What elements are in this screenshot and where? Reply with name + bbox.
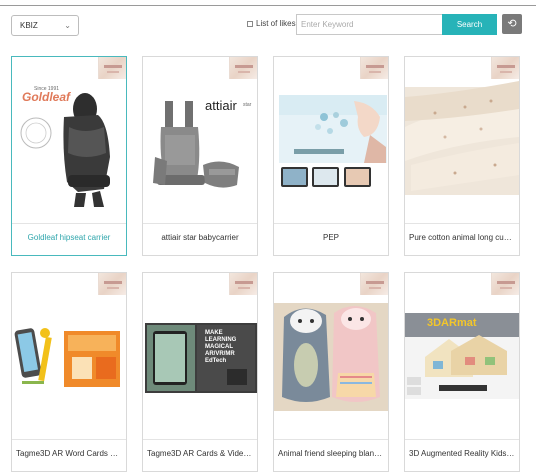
seller-badge bbox=[360, 57, 388, 79]
product-image[interactable]: 3DARmat bbox=[405, 273, 519, 439]
product-photo bbox=[279, 95, 387, 187]
top-divider bbox=[0, 5, 536, 6]
product-image[interactable]: Since 1991 Goldleaf bbox=[12, 57, 126, 223]
product-photo bbox=[14, 328, 120, 387]
product-card-attiair[interactable]: attiair star attiair star babycarrier bbox=[142, 56, 258, 256]
product-card-goldleaf[interactable]: Since 1991 Goldleaf Goldleaf hipseat car… bbox=[11, 56, 127, 256]
search-button[interactable]: Search bbox=[442, 14, 497, 35]
likes-filter[interactable]: List of likes bbox=[247, 19, 296, 28]
product-image[interactable] bbox=[274, 273, 388, 439]
refresh-icon[interactable]: ⟲ bbox=[502, 14, 522, 34]
search-input[interactable] bbox=[296, 14, 442, 35]
product-image[interactable]: attiair star bbox=[143, 57, 257, 223]
product-card-sleeping-blanket[interactable]: Animal friend sleeping blanket bbox=[273, 272, 389, 472]
product-title[interactable]: attiair star babycarrier bbox=[147, 233, 253, 242]
card-divider bbox=[12, 439, 126, 440]
product-image[interactable]: MAKE LEARNING MAGICAL AR/VR/MR EdTech bbox=[143, 273, 257, 439]
seller-badge bbox=[229, 273, 257, 295]
product-photo bbox=[274, 303, 388, 411]
likes-checkbox[interactable] bbox=[247, 20, 253, 27]
product-photo bbox=[405, 313, 519, 399]
product-card-3darmat[interactable]: 3DARmat 3D Augmented Reality Kids Mat bbox=[404, 272, 520, 472]
product-card-cushion[interactable]: Pure cotton animal long cushion bbox=[404, 56, 520, 256]
product-photo bbox=[153, 101, 239, 188]
seller-badge bbox=[229, 57, 257, 79]
product-title[interactable]: Tagme3D AR Word Cards & Videos bbox=[16, 449, 122, 458]
seller-badge bbox=[98, 57, 126, 79]
chevron-down-icon: ⌄ bbox=[64, 21, 71, 30]
likes-label: List of likes bbox=[256, 19, 296, 28]
card-divider bbox=[405, 439, 519, 440]
product-title[interactable]: Animal friend sleeping blanket bbox=[278, 449, 384, 458]
product-banner-text: MAKE LEARNING MAGICAL AR/VR/MR EdTech bbox=[205, 330, 237, 364]
product-title[interactable]: 3D Augmented Reality Kids Mat bbox=[409, 449, 515, 458]
product-banner-text: 3DARmat bbox=[427, 317, 477, 329]
card-divider bbox=[274, 439, 388, 440]
product-card-tagme3d-word[interactable]: Tagme3D AR Word Cards & Videos bbox=[11, 272, 127, 472]
card-divider bbox=[143, 223, 257, 224]
product-image[interactable] bbox=[12, 273, 126, 439]
card-divider bbox=[143, 439, 257, 440]
product-title[interactable]: Tagme3D AR Cards & Video Books bbox=[147, 449, 253, 458]
seller-badge bbox=[98, 273, 126, 295]
product-image[interactable] bbox=[274, 57, 388, 223]
product-card-pep[interactable]: PEP bbox=[273, 56, 389, 256]
product-card-tagme3d-ar[interactable]: MAKE LEARNING MAGICAL AR/VR/MR EdTech Ta… bbox=[142, 272, 258, 472]
category-select-value: KBIZ bbox=[20, 21, 38, 30]
product-photo bbox=[405, 81, 519, 195]
product-image[interactable] bbox=[405, 57, 519, 223]
category-select[interactable]: KBIZ ⌄ bbox=[11, 15, 79, 36]
card-divider bbox=[274, 223, 388, 224]
seller-badge bbox=[360, 273, 388, 295]
product-title[interactable]: Pure cotton animal long cushion bbox=[409, 233, 515, 242]
product-title[interactable]: Goldleaf hipseat carrier bbox=[16, 233, 122, 242]
seller-badge bbox=[491, 57, 519, 79]
product-title[interactable]: PEP bbox=[278, 233, 384, 242]
card-divider bbox=[12, 223, 126, 224]
card-divider bbox=[405, 223, 519, 224]
seller-badge bbox=[491, 273, 519, 295]
product-photo bbox=[20, 93, 110, 207]
